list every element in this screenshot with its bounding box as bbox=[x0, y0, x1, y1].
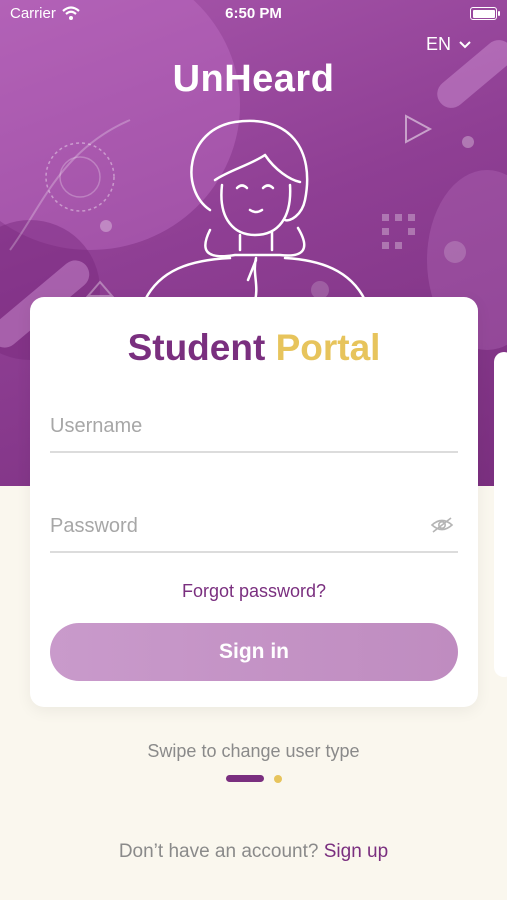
password-field-container bbox=[50, 497, 458, 553]
clock: 6:50 PM bbox=[225, 5, 282, 22]
status-bar: Carrier 6:50 PM bbox=[0, 0, 507, 28]
language-label: EN bbox=[425, 34, 451, 54]
signup-prompt: Don’t have an account? bbox=[118, 841, 319, 862]
username-field-container bbox=[50, 397, 458, 453]
student-illustration bbox=[143, 119, 367, 307]
username-input[interactable] bbox=[50, 397, 458, 451]
page-dot[interactable] bbox=[274, 775, 282, 783]
signup-row: Don’t have an account? Sign up bbox=[0, 841, 507, 863]
logo-text: UnHeard bbox=[172, 58, 335, 100]
portal-title-part2: Portal bbox=[275, 327, 381, 368]
chevron-down-icon bbox=[459, 40, 471, 48]
page-dot-active[interactable] bbox=[226, 775, 264, 782]
sign-in-button[interactable]: Sign in bbox=[50, 623, 458, 681]
login-card: Student Portal Forgot password? Sign in bbox=[30, 297, 478, 707]
forgot-password-link[interactable]: Forgot password? bbox=[30, 581, 478, 602]
app-logo: UnHeard bbox=[0, 58, 507, 101]
battery-icon bbox=[470, 7, 500, 20]
swipe-hint: Swipe to change user type bbox=[147, 741, 360, 761]
sign-up-link[interactable]: Sign up bbox=[324, 841, 388, 862]
portal-title: Student Portal bbox=[30, 327, 478, 369]
language-selector[interactable]: EN bbox=[426, 34, 471, 55]
page-indicator bbox=[0, 774, 507, 784]
password-input[interactable] bbox=[50, 497, 458, 551]
portal-title-part1: Student bbox=[127, 327, 266, 368]
eye-off-icon[interactable] bbox=[430, 516, 454, 534]
next-card-peek[interactable] bbox=[494, 352, 507, 677]
